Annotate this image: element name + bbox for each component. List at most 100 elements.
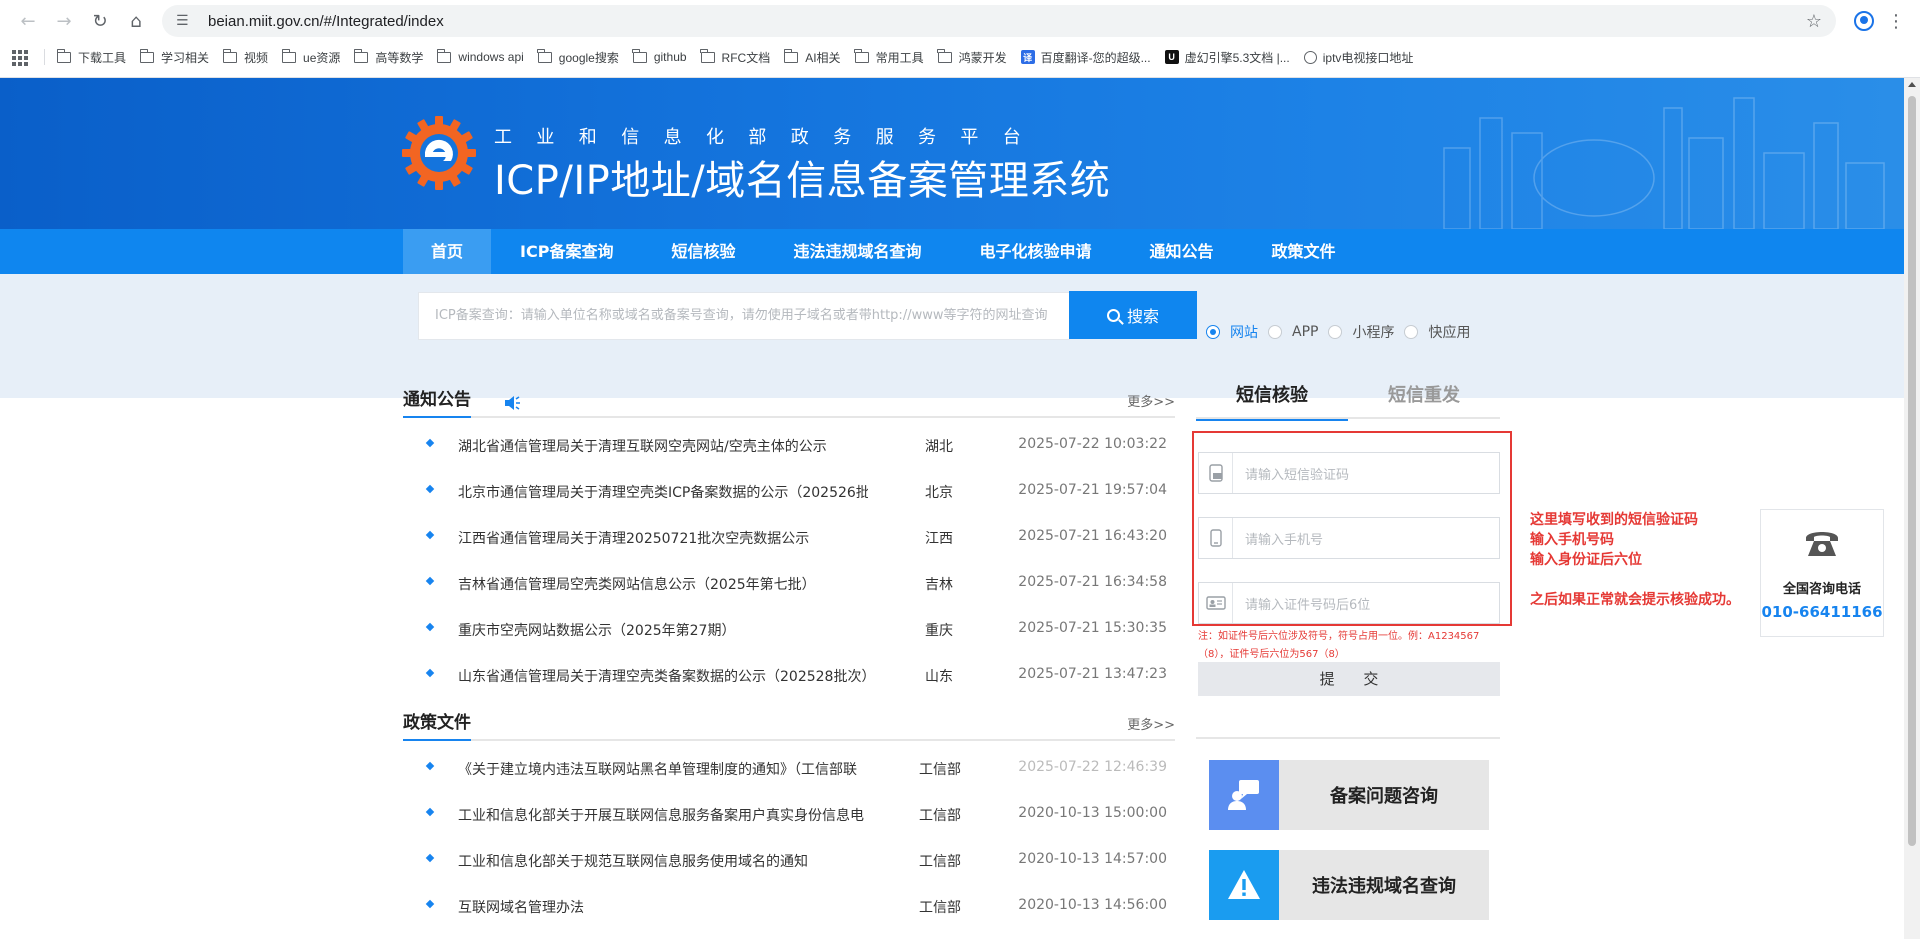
search-type-radios: 网站 APP 小程序 快应用 xyxy=(1206,322,1480,342)
notice-title[interactable]: 吉林省通信管理局空壳类网站信息公示（2025年第七批） xyxy=(458,574,868,594)
browser-chrome: ← → ↻ ⌂ ☰ beian.miit.gov.cn/#/Integrated… xyxy=(0,0,1920,78)
bookmark-label: 百度翻译-您的超级... xyxy=(1040,50,1151,65)
bookmark-item[interactable]: AI相关 xyxy=(783,48,841,66)
city-skyline-graphic xyxy=(1443,97,1885,229)
search-button[interactable]: 搜索 xyxy=(1069,291,1197,339)
profile-icon[interactable] xyxy=(1846,5,1882,37)
bookmark-item[interactable]: 译百度翻译-您的超级... xyxy=(1020,49,1151,66)
notices-header: 通知公告 更多>> xyxy=(403,386,1175,418)
bookmark-item[interactable]: windows api xyxy=(436,48,524,64)
notice-province: 北京 xyxy=(925,485,953,501)
home-icon[interactable]: ⌂ xyxy=(118,5,154,37)
bookmark-label: iptv电视接口地址 xyxy=(1322,50,1414,65)
site-info-icon[interactable]: ☰ xyxy=(176,13,198,29)
folder-icon xyxy=(222,48,238,63)
page-scrollbar[interactable] xyxy=(1904,78,1920,939)
notice-title[interactable]: 山东省通信管理局关于清理空壳类备案数据的公示（202528批次） xyxy=(458,666,868,686)
scroll-up-arrow-icon[interactable] xyxy=(1908,82,1916,87)
id-number-field[interactable]: 请输入证件号码后6位 xyxy=(1198,582,1500,624)
policy-row[interactable]: 工业和信息化部关于规范互联网信息服务使用域名的通知 工信部 2020-10-13 1… xyxy=(403,838,1175,884)
sms-code-field[interactable]: 请输入短信验证码 xyxy=(1198,452,1500,494)
notices-title: 通知公告 xyxy=(403,386,471,418)
sms-code-icon xyxy=(1199,453,1233,493)
notice-title[interactable]: 湖北省通信管理局关于清理互联网空壳网站/空壳主体的公示 xyxy=(458,436,868,456)
policy-title[interactable]: 工业和信息化部关于规范互联网信息服务使用域名的通知 xyxy=(458,851,868,871)
folder-icon xyxy=(537,48,552,63)
bookmark-item[interactable]: google搜索 xyxy=(537,48,619,66)
speaker-icon xyxy=(505,396,520,410)
bookmark-item[interactable]: github xyxy=(632,48,687,64)
radio-website[interactable]: 网站 xyxy=(1206,322,1258,342)
forward-icon[interactable]: → xyxy=(46,5,82,37)
notices-more-link[interactable]: 更多>> xyxy=(1127,391,1175,410)
icp-search-input[interactable]: ICP备案查询：请输入单位名称或域名或备案号查询，请勿使用子域名或者带http:… xyxy=(418,292,1070,340)
bookmark-star-icon[interactable]: ☆ xyxy=(1806,11,1822,32)
policy-row[interactable]: 互联网域名管理办法 工信部 2020-10-13 14:56:00 xyxy=(403,884,1175,930)
notice-row[interactable]: 重庆市空壳网站数据公示（2025年第27期） 重庆 2025-07-21 15:30… xyxy=(403,607,1175,653)
notice-row[interactable]: 江西省通信管理局关于清理20250721批次空壳数据公示 江西 2025-07-21… xyxy=(403,515,1175,561)
sms-code-placeholder: 请输入短信验证码 xyxy=(1245,467,1350,483)
baidu-translate-icon: 译 xyxy=(1020,50,1035,64)
notice-title[interactable]: 北京市通信管理局关于清理空壳类ICP备案数据的公示（202526批 xyxy=(458,482,868,502)
bookmark-item[interactable]: 常用工具 xyxy=(854,48,924,66)
policy-issuer: 工信部 xyxy=(919,854,961,870)
policy-row[interactable]: 工业和信息化部关于开展互联网信息服务备案用户真实身份信息电 工信部 2020-10-… xyxy=(403,792,1175,838)
bookmark-item[interactable]: iptv电视接口地址 xyxy=(1303,49,1414,66)
nav-sms-verify[interactable]: 短信核验 xyxy=(642,229,764,274)
apps-grid-icon[interactable] xyxy=(12,49,32,66)
policy-row[interactable]: 《关于建立境内违法互联网站黑名单管理制度的通知》（工信部联 工信部 2025-07-… xyxy=(403,746,1175,792)
bookmark-item[interactable]: 下载工具 xyxy=(56,48,127,66)
notice-row[interactable]: 吉林省通信管理局空壳类网站信息公示（2025年第七批） 吉林 2025-07-21 … xyxy=(403,561,1175,607)
nav-icp-query[interactable]: ICP备案查询 xyxy=(491,229,642,274)
address-bar[interactable]: ☰ beian.miit.gov.cn/#/Integrated/index ☆ xyxy=(162,5,1836,37)
reload-icon[interactable]: ↻ xyxy=(82,5,118,37)
bookmark-item[interactable]: ue资源 xyxy=(281,48,340,66)
bookmark-item[interactable]: 高等数学 xyxy=(353,48,423,66)
id-card-icon xyxy=(1199,583,1233,623)
radio-quickapp[interactable]: 快应用 xyxy=(1404,322,1470,342)
nav-policies[interactable]: 政策文件 xyxy=(1243,229,1365,274)
radio-miniprogram[interactable]: 小程序 xyxy=(1328,322,1394,342)
bookmark-item[interactable]: RFC文档 xyxy=(700,48,771,66)
bookmark-item[interactable]: U 虚幻引擎5.3文档 |... xyxy=(1164,49,1290,66)
nav-illegal-domain[interactable]: 违法违规域名查询 xyxy=(764,229,950,274)
policy-time: 2020-10-13 14:57:00 xyxy=(1018,851,1167,867)
policy-title[interactable]: 工业和信息化部关于开展互联网信息服务备案用户真实身份信息电 xyxy=(458,805,868,825)
bookmark-label: RFC文档 xyxy=(721,50,771,65)
bookmark-item[interactable]: 学习相关 xyxy=(139,48,210,66)
submit-button[interactable]: 提 交 xyxy=(1198,662,1500,696)
consult-button[interactable]: 备案问题咨询 xyxy=(1209,760,1489,830)
tab-sms-resend[interactable]: 短信重发 xyxy=(1348,381,1500,419)
policy-title[interactable]: 互联网域名管理办法 xyxy=(458,897,868,917)
notice-time: 2025-07-21 19:57:04 xyxy=(1018,482,1167,498)
hotline-box: 全国咨询电话 010-66411166 xyxy=(1760,509,1884,637)
scrollbar-thumb[interactable] xyxy=(1908,96,1916,846)
bookmark-label: 下载工具 xyxy=(78,50,127,65)
bookmark-label: 学习相关 xyxy=(161,50,210,65)
nav-home[interactable]: 首页 xyxy=(403,229,492,274)
notices-list: 湖北省通信管理局关于清理互联网空壳网站/空壳主体的公示 湖北 2025-07-22 … xyxy=(403,423,1175,699)
bookmark-item[interactable]: 视频 xyxy=(222,48,268,66)
tab-sms-verify[interactable]: 短信核验 xyxy=(1196,381,1348,421)
id-number-placeholder: 请输入证件号码后6位 xyxy=(1245,597,1371,613)
nav-notices[interactable]: 通知公告 xyxy=(1121,229,1243,274)
radio-app[interactable]: APP xyxy=(1268,322,1318,342)
bookmark-item[interactable]: 鸿蒙开发 xyxy=(937,48,1007,66)
back-icon[interactable]: ← xyxy=(10,5,46,37)
panel-divider xyxy=(1196,737,1500,739)
illegal-domain-button[interactable]: 违法违规域名查询 xyxy=(1209,850,1489,920)
policy-title[interactable]: 《关于建立境内违法互联网站黑名单管理制度的通知》（工信部联 xyxy=(458,759,868,779)
menu-icon[interactable]: ⋮ xyxy=(1882,5,1910,37)
url-text[interactable]: beian.miit.gov.cn/#/Integrated/index xyxy=(208,13,1806,30)
notice-title[interactable]: 重庆市空壳网站数据公示（2025年第27期） xyxy=(458,620,868,640)
nav-e-verify[interactable]: 电子化核验申请 xyxy=(950,229,1120,274)
notice-title[interactable]: 江西省通信管理局关于清理20250721批次空壳数据公示 xyxy=(458,528,868,548)
notice-row[interactable]: 北京市通信管理局关于清理空壳类ICP备案数据的公示（202526批 北京 2025-… xyxy=(403,469,1175,515)
policies-more-link[interactable]: 更多>> xyxy=(1127,714,1175,733)
notice-row[interactable]: 山东省通信管理局关于清理空壳类备案数据的公示（202528批次） 山东 2025-0… xyxy=(403,653,1175,699)
notice-row[interactable]: 湖北省通信管理局关于清理互联网空壳网站/空壳主体的公示 湖北 2025-07-22 … xyxy=(403,423,1175,469)
hotline-number: 010-66411166 xyxy=(1761,603,1883,621)
phone-field[interactable]: 请输入手机号 xyxy=(1198,517,1500,559)
bookmark-label: AI相关 xyxy=(805,50,841,65)
mobile-phone-icon xyxy=(1199,518,1233,558)
